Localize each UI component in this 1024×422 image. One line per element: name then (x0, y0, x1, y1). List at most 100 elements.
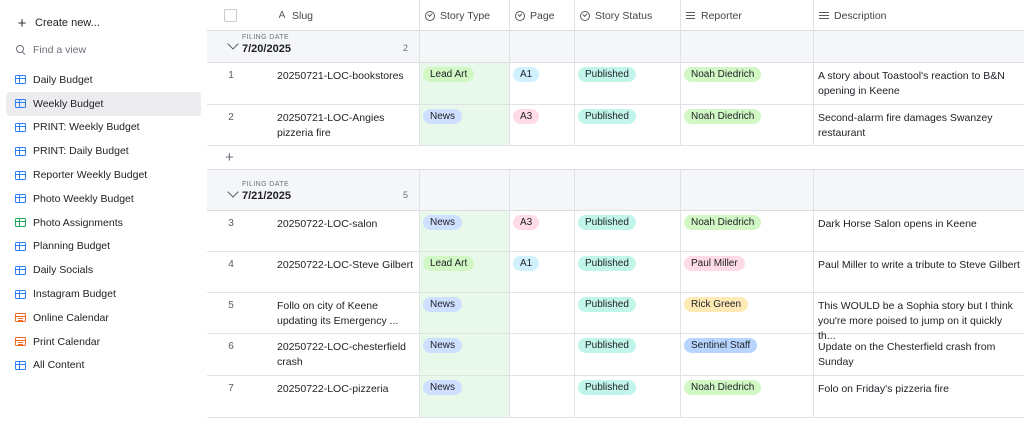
group-header[interactable]: FILING DATE 7/21/2025 5 (207, 170, 1024, 211)
reporter-pill[interactable]: Rick Green (684, 297, 749, 312)
reporter-pill[interactable]: Sentinel Staff (684, 338, 758, 353)
status-pill[interactable]: Published (578, 67, 636, 82)
story-type-pill[interactable]: News (423, 297, 463, 312)
reporter-pill[interactable]: Noah Diedrich (684, 67, 762, 82)
long-text-icon (819, 11, 829, 21)
column-divider (509, 31, 510, 62)
view-item-label: Daily Socials (33, 264, 94, 277)
story-type-pill[interactable]: Lead Art (423, 256, 475, 271)
view-item-print-daily-budget[interactable]: PRINT: Daily Budget (6, 139, 201, 163)
table-row[interactable]: 5 Follo on city of Keene updating its Em… (207, 293, 1024, 342)
description-cell[interactable]: Paul Miller to write a tribute to Steve … (818, 258, 1022, 273)
slug-cell[interactable]: 20250722-LOC-chesterfield crash (277, 340, 413, 370)
view-item-daily-socials[interactable]: Daily Socials (6, 258, 201, 282)
view-item-label: Reporter Weekly Budget (33, 169, 148, 182)
chevron-down-icon[interactable] (227, 186, 239, 198)
column-header-story-type[interactable]: Story Type (419, 0, 509, 31)
view-list: Daily Budget Weekly Budget PRINT: Weekly… (6, 68, 201, 377)
page-pill[interactable]: A1 (513, 256, 540, 271)
story-type-pill[interactable]: News (423, 215, 463, 230)
plus-icon[interactable]: + (225, 149, 234, 166)
slug-cell[interactable]: 20250722-LOC-pizzeria (277, 382, 413, 397)
view-item-label: Photo Weekly Budget (33, 192, 134, 205)
create-new-label: Create new... (35, 17, 100, 29)
view-item-print-weekly-budget[interactable]: PRINT: Weekly Budget (6, 116, 201, 140)
view-item-photo-assignments[interactable]: Photo Assignments (6, 211, 201, 235)
view-item-weekly-budget[interactable]: Weekly Budget (6, 91, 201, 116)
table-row[interactable]: 6 20250722-LOC-chesterfield crash News P… (207, 334, 1024, 376)
grid-view-icon (15, 241, 26, 251)
description-cell[interactable]: Dark Horse Salon opens in Keene (818, 217, 1022, 232)
view-item-label: PRINT: Weekly Budget (33, 121, 140, 134)
group-count: 5 (403, 190, 409, 200)
view-item-photo-weekly-budget[interactable]: Photo Weekly Budget (6, 187, 201, 211)
view-item-reporter-weekly-budget[interactable]: Reporter Weekly Budget (6, 163, 201, 187)
records-grid: A Slug Story Type Page Story Status Repo… (207, 0, 1024, 422)
column-header-story-status[interactable]: Story Status (574, 0, 680, 31)
description-cell[interactable]: Update on the Chesterfield crash from Su… (818, 340, 1022, 370)
status-pill[interactable]: Published (578, 215, 636, 230)
view-item-label: PRINT: Daily Budget (33, 145, 129, 158)
status-pill[interactable]: Published (578, 338, 636, 353)
table-row[interactable]: 4 20250722-LOC-Steve Gilbert Lead Art A1… (207, 252, 1024, 293)
row-number: 7 (228, 383, 234, 394)
column-divider (574, 31, 575, 62)
reporter-pill[interactable]: Noah Diedrich (684, 215, 762, 230)
table-row[interactable]: 7 20250722-LOC-pizzeria News Published N… (207, 376, 1024, 418)
row-number: 3 (228, 218, 234, 229)
reporter-pill[interactable]: Paul Miller (684, 256, 745, 271)
story-type-pill[interactable]: News (423, 380, 463, 395)
page-pill[interactable]: A1 (513, 67, 540, 82)
column-header-description[interactable]: Description (813, 0, 1024, 31)
calendar-view-icon (15, 313, 26, 323)
page-pill[interactable]: A3 (513, 215, 540, 230)
slug-cell[interactable]: 20250722-LOC-salon (277, 217, 413, 232)
page-pill[interactable]: A3 (513, 109, 540, 124)
slug-cell[interactable]: 20250721-LOC-bookstores (277, 69, 413, 84)
view-item-label: Weekly Budget (33, 97, 104, 110)
column-header-label: Page (530, 9, 555, 22)
column-header-slug[interactable]: A Slug (271, 0, 419, 31)
slug-cell[interactable]: 20250721-LOC-Angies pizzeria fire (277, 111, 413, 141)
column-header-page[interactable]: Page (509, 0, 574, 31)
view-item-instagram-budget[interactable]: Instagram Budget (6, 282, 201, 306)
group-value: 7/21/2025 (242, 190, 291, 202)
description-cell[interactable]: Folo on Friday's pizzeria fire (818, 382, 1022, 397)
column-header-reporter[interactable]: Reporter (680, 0, 813, 31)
slug-cell[interactable]: Follo on city of Keene updating its Emer… (277, 299, 413, 329)
grid-view-icon (15, 122, 26, 132)
slug-cell[interactable]: 20250722-LOC-Steve Gilbert (277, 258, 413, 273)
column-header-label: Description (834, 9, 887, 22)
view-item-online-calendar[interactable]: Online Calendar (6, 306, 201, 330)
create-new-button[interactable]: + Create new... (16, 14, 100, 32)
chevron-down-icon[interactable] (227, 38, 239, 50)
reporter-pill[interactable]: Noah Diedrich (684, 380, 762, 395)
status-pill[interactable]: Published (578, 256, 636, 271)
plus-icon: + (17, 14, 27, 32)
status-pill[interactable]: Published (578, 297, 636, 312)
group-count: 2 (403, 43, 409, 53)
description-cell[interactable]: Second-alarm fire damages Swanzey restau… (818, 111, 1022, 141)
reporter-pill[interactable]: Noah Diedrich (684, 109, 762, 124)
story-type-pill[interactable]: News (423, 109, 463, 124)
select-all-checkbox[interactable] (224, 9, 237, 22)
row-number: 4 (228, 259, 234, 270)
story-type-pill[interactable]: News (423, 338, 463, 353)
group-header[interactable]: FILING DATE 7/20/2025 2 (207, 31, 1024, 63)
story-type-pill[interactable]: Lead Art (423, 67, 475, 82)
grid-view-icon (15, 360, 26, 370)
view-item-planning-budget[interactable]: Planning Budget (6, 235, 201, 259)
add-record-row[interactable]: + (207, 146, 1024, 170)
table-row[interactable]: 3 20250722-LOC-salon News A3 Published N… (207, 211, 1024, 252)
table-row[interactable]: 2 20250721-LOC-Angies pizzeria fire News… (207, 105, 1024, 146)
single-select-icon (515, 10, 525, 21)
status-pill[interactable]: Published (578, 380, 636, 395)
table-row[interactable]: 1 20250721-LOC-bookstores Lead Art A1 Pu… (207, 63, 1024, 105)
sidebar: + Create new... Find a view Daily Budget… (0, 0, 207, 422)
description-cell[interactable]: A story about Toastool's reaction to B&N… (818, 69, 1022, 99)
status-pill[interactable]: Published (578, 109, 636, 124)
find-view-input[interactable]: Find a view (16, 41, 86, 59)
view-item-print-calendar[interactable]: Print Calendar (6, 330, 201, 354)
view-item-all-content[interactable]: All Content (6, 354, 201, 378)
view-item-daily-budget[interactable]: Daily Budget (6, 68, 201, 92)
